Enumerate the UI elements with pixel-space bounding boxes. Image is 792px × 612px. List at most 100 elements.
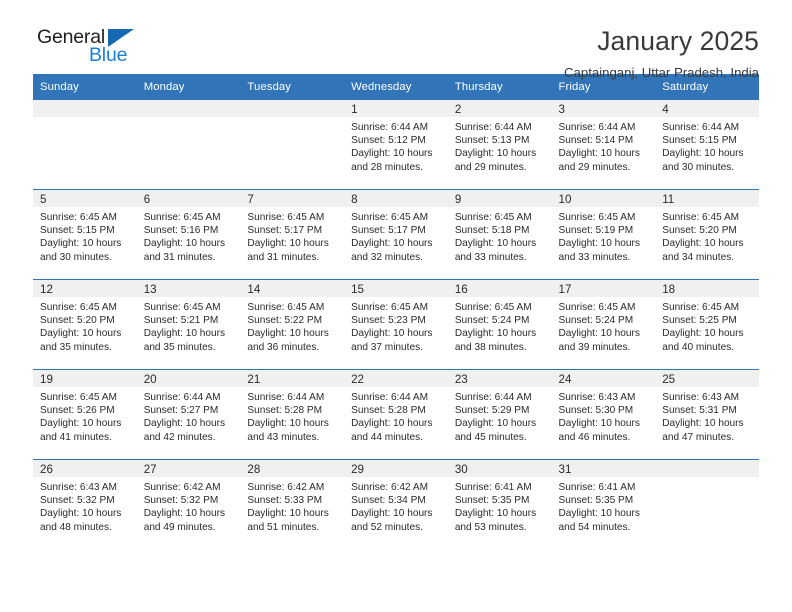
calendar-day-cell[interactable]: 6 Sunrise: 6:45 AM Sunset: 5:16 PM Daylight… [136,189,241,280]
daylight-text: Daylight: 10 hours [143,238,226,250]
daylight-text: Daylight: 10 hours [351,328,433,340]
sunset-text: Sunset: 5:25 PM [662,315,737,327]
weekday-header-sunday: Sunday [33,74,137,100]
calendar-day-cell[interactable]: 13 Sunrise: 6:45 AM Sunset: 5:21 PM Dayligh… [136,279,241,370]
daylight-text: and 31 minutes. [247,251,320,263]
daylight-text: Daylight: 10 hours [351,238,433,250]
daylight-text: and 38 minutes. [454,341,527,353]
sunset-text: Sunset: 5:32 PM [40,495,115,507]
sunrise-text: Sunrise: 6:45 AM [247,212,325,223]
calendar-day-cell[interactable]: 1 Sunrise: 6:44 AM Sunset: 5:12 PM Daylight… [344,99,448,190]
calendar-day-cell-empty [240,99,345,190]
day-details: Sunrise: 6:41 AM Sunset: 5:35 PM Daylight:… [448,477,552,534]
day-details: Sunrise: 6:45 AM Sunset: 5:17 PM Daylight:… [240,207,344,264]
daylight-text: Daylight: 10 hours [662,148,744,160]
day-number [655,460,759,477]
calendar-day-cell[interactable]: 7 Sunrise: 6:45 AM Sunset: 5:17 PM Daylight… [240,189,345,280]
calendar-day-cell[interactable]: 4 Sunrise: 6:44 AM Sunset: 5:15 PM Daylight… [655,99,759,190]
calendar-day-cell[interactable]: 19 Sunrise: 6:45 AM Sunset: 5:26 PM Dayligh… [33,369,137,460]
day-number: 28 [240,460,345,477]
calendar-day-cell[interactable]: 14 Sunrise: 6:45 AM Sunset: 5:22 PM Dayligh… [240,279,345,370]
page-header: General Blue January 2025 Captainganj, U… [33,0,759,79]
calendar-day-cell[interactable]: 11 Sunrise: 6:45 AM Sunset: 5:20 PM Dayligh… [655,189,759,280]
calendar-day-cell[interactable]: 27 Sunrise: 6:42 AM Sunset: 5:32 PM Dayligh… [136,459,241,549]
sunset-text: Sunset: 5:19 PM [558,225,634,237]
daylight-text: and 52 minutes. [351,521,423,533]
daylight-text: and 29 minutes. [454,161,527,173]
calendar-day-cell[interactable]: 5 Sunrise: 6:45 AM Sunset: 5:15 PM Daylight… [33,189,137,280]
day-number: 10 [551,190,656,207]
sunset-text: Sunset: 5:20 PM [662,225,737,237]
day-details: Sunrise: 6:45 AM Sunset: 5:24 PM Daylight:… [448,297,552,354]
calendar-day-cell[interactable]: 3 Sunrise: 6:44 AM Sunset: 5:14 PM Daylight… [551,99,656,190]
calendar-day-cell[interactable]: 15 Sunrise: 6:45 AM Sunset: 5:23 PM Dayligh… [344,279,448,370]
sunrise-text: Sunrise: 6:45 AM [247,302,325,313]
calendar-day-cell[interactable]: 31 Sunrise: 6:41 AM Sunset: 5:35 PM Dayligh… [551,459,656,549]
calendar-day-cell[interactable]: 20 Sunrise: 6:44 AM Sunset: 5:27 PM Dayligh… [136,369,241,460]
calendar-week-row: 26 Sunrise: 6:43 AM Sunset: 5:32 PM Dayligh… [33,459,759,549]
calendar-week-row: 12 Sunrise: 6:45 AM Sunset: 5:20 PM Dayligh… [33,279,759,370]
daylight-text: Daylight: 10 hours [351,148,433,160]
calendar-day-cell[interactable]: 8 Sunrise: 6:45 AM Sunset: 5:17 PM Daylight… [344,189,448,280]
calendar-day-cell[interactable]: 25 Sunrise: 6:43 AM Sunset: 5:31 PM Dayligh… [655,369,759,460]
daylight-text: and 54 minutes. [558,521,631,533]
day-details: Sunrise: 6:44 AM Sunset: 5:28 PM Daylight:… [344,387,448,444]
sunset-text: Sunset: 5:30 PM [558,405,634,417]
calendar-day-cell[interactable]: 22 Sunrise: 6:44 AM Sunset: 5:28 PM Dayligh… [344,369,448,460]
daylight-text: Daylight: 10 hours [40,508,122,520]
weekday-header-tuesday: Tuesday [240,74,345,100]
calendar-day-cell[interactable]: 28 Sunrise: 6:42 AM Sunset: 5:33 PM Dayligh… [240,459,345,549]
title-block: January 2025 Captainganj, Uttar Pradesh,… [564,26,759,80]
daylight-text: and 51 minutes. [247,521,320,533]
daylight-text: Daylight: 10 hours [454,508,537,520]
sunset-text: Sunset: 5:21 PM [143,315,219,327]
daylight-text: and 28 minutes. [351,161,423,173]
calendar-body: 1 Sunrise: 6:44 AM Sunset: 5:12 PM Daylight… [33,99,759,549]
calendar-day-cell[interactable]: 30 Sunrise: 6:41 AM Sunset: 5:35 PM Dayligh… [447,459,552,549]
calendar-day-cell[interactable]: 12 Sunrise: 6:45 AM Sunset: 5:20 PM Dayligh… [33,279,137,370]
daylight-text: Daylight: 10 hours [558,508,640,520]
day-number: 16 [447,280,552,297]
daylight-text: Daylight: 10 hours [558,148,640,160]
daylight-text: and 36 minutes. [247,341,320,353]
daylight-text: Daylight: 10 hours [662,238,744,250]
sunrise-text: Sunrise: 6:43 AM [40,482,117,493]
day-details: Sunrise: 6:45 AM Sunset: 5:16 PM Daylight:… [137,207,241,264]
calendar-day-cell[interactable]: 21 Sunrise: 6:44 AM Sunset: 5:28 PM Dayligh… [240,369,345,460]
sunrise-text: Sunrise: 6:45 AM [351,302,428,313]
day-number: 17 [551,280,656,297]
generalblue-logo[interactable]: General Blue [33,26,153,74]
daylight-text: and 35 minutes. [143,341,216,353]
day-number: 21 [240,370,345,387]
daylight-text: and 33 minutes. [558,251,631,263]
daylight-text: Daylight: 10 hours [247,508,329,520]
day-details: Sunrise: 6:42 AM Sunset: 5:32 PM Daylight:… [137,477,241,534]
calendar-day-cell[interactable]: 17 Sunrise: 6:45 AM Sunset: 5:24 PM Dayligh… [551,279,656,370]
daylight-text: and 48 minutes. [40,521,112,533]
daylight-text: Daylight: 10 hours [143,328,226,340]
day-details: Sunrise: 6:45 AM Sunset: 5:24 PM Daylight:… [552,297,656,354]
calendar-day-cell[interactable]: 29 Sunrise: 6:42 AM Sunset: 5:34 PM Dayligh… [344,459,448,549]
day-number: 18 [655,280,759,297]
sunset-text: Sunset: 5:29 PM [454,405,530,417]
sunrise-text: Sunrise: 6:44 AM [454,392,532,403]
daylight-text: and 44 minutes. [351,431,423,443]
daylight-text: Daylight: 10 hours [454,238,537,250]
day-details: Sunrise: 6:43 AM Sunset: 5:30 PM Daylight:… [552,387,656,444]
daylight-text: and 40 minutes. [662,341,735,353]
sunset-text: Sunset: 5:28 PM [351,405,426,417]
calendar-day-cell[interactable]: 18 Sunrise: 6:45 AM Sunset: 5:25 PM Dayligh… [655,279,759,370]
sunset-text: Sunset: 5:17 PM [351,225,426,237]
calendar-day-cell[interactable]: 10 Sunrise: 6:45 AM Sunset: 5:19 PM Dayligh… [551,189,656,280]
calendar-day-cell[interactable]: 16 Sunrise: 6:45 AM Sunset: 5:24 PM Dayligh… [447,279,552,370]
calendar-day-cell[interactable]: 24 Sunrise: 6:43 AM Sunset: 5:30 PM Dayligh… [551,369,656,460]
sunset-text: Sunset: 5:28 PM [247,405,323,417]
calendar-day-cell[interactable]: 26 Sunrise: 6:43 AM Sunset: 5:32 PM Dayligh… [33,459,137,549]
calendar-day-cell[interactable]: 9 Sunrise: 6:45 AM Sunset: 5:18 PM Daylight… [447,189,552,280]
calendar-day-cell[interactable]: 2 Sunrise: 6:44 AM Sunset: 5:13 PM Daylight… [447,99,552,190]
daylight-text: Daylight: 10 hours [247,328,329,340]
sunset-text: Sunset: 5:24 PM [454,315,530,327]
calendar-day-cell[interactable]: 23 Sunrise: 6:44 AM Sunset: 5:29 PM Dayligh… [447,369,552,460]
daylight-text: Daylight: 10 hours [454,418,537,430]
sunset-text: Sunset: 5:15 PM [662,135,737,147]
